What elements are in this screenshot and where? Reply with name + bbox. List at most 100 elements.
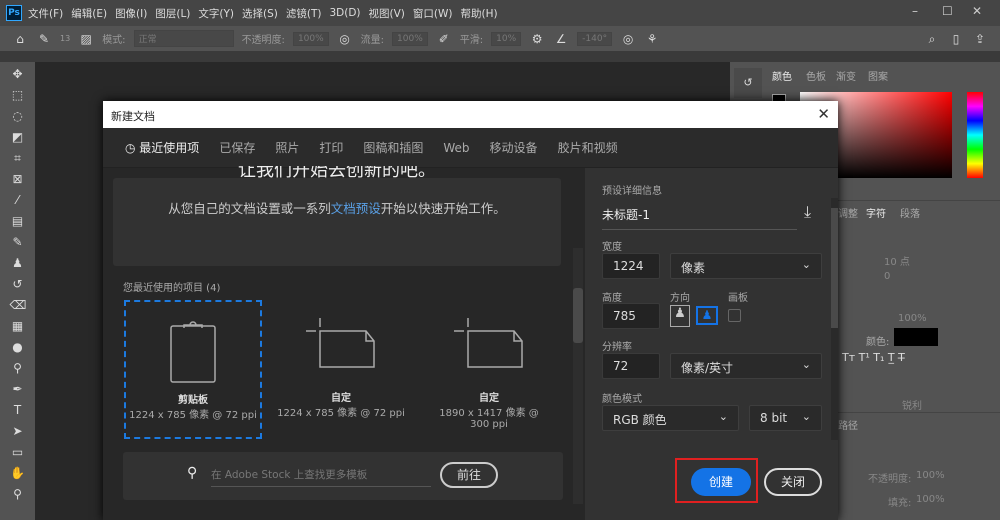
move-tool-icon[interactable]: ✥: [10, 66, 26, 82]
crop-tool-icon[interactable]: ⌗: [10, 150, 26, 166]
angle-field[interactable]: -140°: [577, 31, 613, 46]
go-button[interactable]: 前往: [440, 462, 498, 488]
path-select-icon[interactable]: ➤: [10, 423, 26, 439]
menu-file[interactable]: 文件(F): [28, 6, 63, 21]
healing-brush-icon[interactable]: ▤: [10, 213, 26, 229]
recent-scrollbar[interactable]: [573, 248, 583, 504]
stamp-tool-icon[interactable]: ♟: [10, 255, 26, 271]
zoom-tool-icon[interactable]: ⚲: [10, 486, 26, 502]
tab-gradients[interactable]: 渐变: [836, 68, 856, 83]
recent-item-custom[interactable]: 自定 1890 x 1417 像素 @ 300 ppi: [420, 300, 558, 439]
tab-paths[interactable]: 路径: [838, 417, 858, 432]
resolution-input[interactable]: 72: [602, 353, 660, 379]
type-tool-icon[interactable]: T: [10, 402, 26, 418]
flow-field[interactable]: 100%: [392, 31, 428, 46]
dialog-close-icon[interactable]: ✕: [817, 105, 830, 123]
brush-settings-icon[interactable]: ▨: [78, 31, 94, 47]
font-size-field[interactable]: 10 点: [884, 253, 910, 268]
history-brush-icon[interactable]: ↺: [10, 276, 26, 292]
frame-tool-icon[interactable]: ⊠: [10, 171, 26, 187]
menu-layer[interactable]: 图层(L): [155, 6, 190, 21]
menu-filter[interactable]: 滤镜(T): [286, 6, 322, 21]
width-unit-select[interactable]: 像素 ⌄: [670, 253, 822, 279]
tab-swatches[interactable]: 色板: [806, 68, 826, 83]
close-window-icon[interactable]: ✕: [972, 4, 982, 18]
opacity-field[interactable]: 100%: [292, 31, 329, 46]
layer-opacity-field[interactable]: 100%: [916, 470, 945, 481]
hand-tool-icon[interactable]: ✋: [10, 465, 26, 481]
dodge-icon[interactable]: ⚲: [10, 360, 26, 376]
minimize-icon[interactable]: –: [912, 4, 918, 18]
symmetry-icon[interactable]: ⚘: [644, 31, 660, 47]
history-icon[interactable]: ↺: [734, 68, 762, 98]
height-input[interactable]: 785: [602, 303, 660, 329]
home-icon[interactable]: ⌂: [12, 31, 28, 47]
menu-image[interactable]: 图像(I): [115, 6, 147, 21]
tracking-field[interactable]: 0: [884, 271, 890, 282]
menu-3d[interactable]: 3D(D): [329, 7, 360, 19]
recent-item-custom[interactable]: 自定 1224 x 785 像素 @ 72 ppi: [272, 300, 410, 439]
menu-select[interactable]: 选择(S): [242, 6, 278, 21]
brush-icon[interactable]: ✎: [36, 31, 52, 47]
tab-patterns[interactable]: 图案: [868, 68, 888, 83]
marquee-tool-icon[interactable]: ⬚: [10, 87, 26, 103]
scale-field[interactable]: 100%: [898, 313, 927, 324]
document-name-input[interactable]: 未标题-1: [602, 206, 797, 230]
text-color-swatch[interactable]: [894, 328, 938, 346]
antialias-select[interactable]: 锐利: [902, 397, 922, 412]
tab-print[interactable]: 打印: [319, 139, 343, 156]
pen-tool-icon[interactable]: ✒: [10, 381, 26, 397]
gear-icon[interactable]: ⚙: [529, 31, 545, 47]
gradient-icon[interactable]: ▦: [10, 318, 26, 334]
hue-slider[interactable]: [967, 92, 983, 178]
tab-film[interactable]: 胶片和视频: [558, 139, 618, 156]
bit-depth-select[interactable]: 8 bit ⌄: [749, 405, 822, 431]
tab-photo[interactable]: 照片: [275, 139, 299, 156]
lasso-tool-icon[interactable]: ◌: [10, 108, 26, 124]
menu-edit[interactable]: 编辑(E): [71, 6, 107, 21]
color-mode-select[interactable]: RGB 颜色 ⌄: [602, 405, 739, 431]
scroll-thumb[interactable]: [573, 288, 583, 343]
tab-saved[interactable]: 已保存: [219, 139, 255, 156]
tab-mobile[interactable]: 移动设备: [490, 139, 538, 156]
brush-size[interactable]: 13: [60, 34, 70, 43]
details-scrollbar[interactable]: [831, 198, 838, 440]
pressure-opacity-icon[interactable]: ◎: [337, 31, 353, 47]
landscape-icon[interactable]: ♟: [696, 306, 718, 325]
recent-item-clipboard[interactable]: 剪贴板 1224 x 785 像素 @ 72 ppi: [124, 300, 262, 439]
scroll-thumb[interactable]: [831, 208, 838, 328]
brush-tool-icon[interactable]: ✎: [10, 234, 26, 250]
workspace-icon[interactable]: ▯: [948, 31, 964, 47]
mode-select[interactable]: 正常: [133, 30, 234, 47]
portrait-icon[interactable]: ♟: [670, 305, 690, 327]
close-button[interactable]: 关闭: [764, 468, 822, 496]
smoothing-field[interactable]: 10%: [491, 31, 522, 46]
menu-window[interactable]: 窗口(W): [413, 6, 453, 21]
quick-select-icon[interactable]: ◩: [10, 129, 26, 145]
menu-view[interactable]: 视图(V): [369, 6, 405, 21]
tab-recent[interactable]: ◷ 最近使用项: [106, 139, 200, 170]
maximize-icon[interactable]: ☐: [942, 4, 953, 18]
tab-paragraph[interactable]: 段落: [900, 205, 920, 220]
create-button[interactable]: 创建: [691, 468, 751, 496]
tab-adjustments[interactable]: 调整: [838, 205, 858, 220]
rectangle-tool-icon[interactable]: ▭: [10, 444, 26, 460]
menu-type[interactable]: 文字(Y): [198, 6, 234, 21]
presets-link[interactable]: 文档预设: [331, 201, 381, 216]
type-style-icons[interactable]: Tт T¹ T₁ T̲ T̶: [842, 351, 905, 364]
tab-character[interactable]: 字符: [866, 205, 886, 220]
blur-icon[interactable]: ●: [10, 339, 26, 355]
menu-help[interactable]: 帮助(H): [461, 6, 498, 21]
airbrush-icon[interactable]: ✐: [436, 31, 452, 47]
fill-field[interactable]: 100%: [916, 494, 945, 505]
stock-search-input[interactable]: 在 Adobe Stock 上查找更多模板: [211, 467, 431, 487]
search-icon[interactable]: ⌕: [924, 31, 940, 47]
tab-color[interactable]: 颜色: [772, 68, 792, 83]
tab-web[interactable]: Web: [443, 141, 469, 155]
save-preset-icon[interactable]: ⤓: [804, 202, 811, 222]
width-input[interactable]: 1224: [602, 253, 660, 279]
eyedropper-icon[interactable]: ⁄: [10, 192, 26, 208]
tab-art[interactable]: 图稿和插图: [363, 139, 423, 156]
share-icon[interactable]: ⇪: [972, 31, 988, 47]
eraser-icon[interactable]: ⌫: [10, 297, 27, 313]
